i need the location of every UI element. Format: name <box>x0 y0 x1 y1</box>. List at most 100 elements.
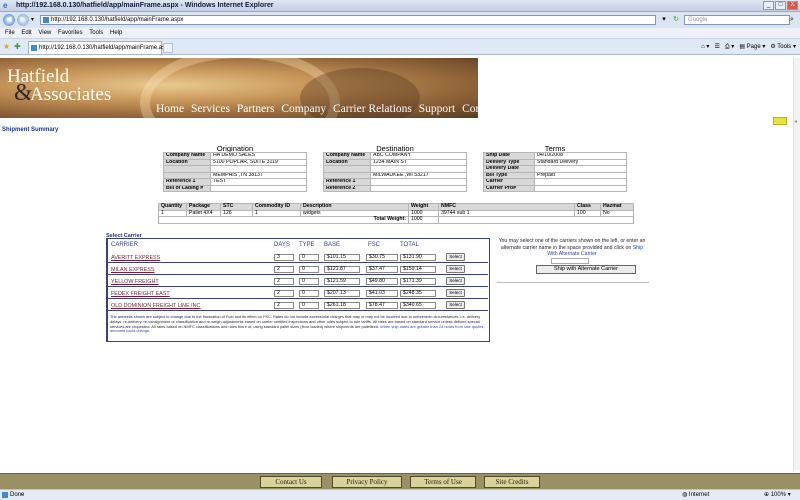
maximize-button[interactable]: □ <box>775 1 786 10</box>
alternate-carrier-input[interactable] <box>551 258 589 264</box>
days-field[interactable]: 2 <box>274 278 294 285</box>
back-arrow-icon[interactable]: ◀ <box>3 14 15 26</box>
page-menu-label: Page <box>746 44 761 50</box>
nav-company[interactable]: Company <box>281 103 326 115</box>
origin-label: Company Name <box>163 152 211 160</box>
collapse-arrow-icon[interactable]: ◂ <box>794 118 800 126</box>
site-banner: Hatfield & Associates Home Services Part… <box>0 58 478 118</box>
carrier-link[interactable]: FEDEX FREIGHT EAST <box>111 291 170 297</box>
terms-value <box>534 184 627 192</box>
search-input[interactable]: Google <box>684 15 790 25</box>
rate-disclaimer: The amounts shown are subject to change … <box>110 314 488 334</box>
page-menu[interactable]: ▤ Page ▾ <box>739 42 765 52</box>
base-field[interactable]: $261.18 <box>324 302 360 309</box>
carrier-link[interactable]: OLD DOMINION FREIGHT LINE INC <box>111 303 200 309</box>
search-icon[interactable]: ⌕ <box>790 15 798 25</box>
add-favorites-icon[interactable]: ✚ <box>14 42 21 51</box>
ship-alternate-button[interactable]: Ship with Alternate Carrier <box>536 265 636 274</box>
type-field[interactable]: 0 <box>299 266 319 273</box>
feeds-icon[interactable]: ☰ <box>714 42 719 52</box>
type-field[interactable]: 0 <box>299 302 319 309</box>
ie-logo-icon: e <box>3 1 8 10</box>
zoom-control[interactable]: ⊕ 100% ▾ <box>764 490 791 500</box>
select-button[interactable]: Select <box>446 277 465 285</box>
select-button[interactable]: Select <box>446 253 465 261</box>
favorites-star-icon[interactable]: ★ <box>3 42 10 51</box>
menu-favorites[interactable]: Favorites <box>58 28 83 39</box>
footer-terms-of-use[interactable]: Terms of Use <box>410 476 476 488</box>
menu-bar: File Edit View Favorites Tools Help <box>0 28 800 39</box>
new-tab-button[interactable] <box>163 43 173 53</box>
page-icon <box>43 17 49 23</box>
base-field[interactable]: $121.87 <box>324 266 360 273</box>
site-footer: Contact Us Privacy Policy Terms of Use S… <box>0 473 800 489</box>
days-col-header: DAYS <box>274 242 290 248</box>
print-icon[interactable]: ⎙ ▾ <box>725 42 734 52</box>
freight-total-row: Total Weight: 1000 <box>158 216 634 224</box>
select-button[interactable]: Select <box>446 289 465 297</box>
menu-tools[interactable]: Tools <box>89 28 103 39</box>
nav-carrier-relations[interactable]: Carrier Relations <box>333 103 412 115</box>
days-field[interactable]: 3 <box>274 254 294 261</box>
address-url: http://192.168.0.130/hatfield/app/mainFr… <box>51 17 184 23</box>
total-field[interactable]: $171.39 <box>400 278 436 285</box>
menu-help[interactable]: Help <box>110 28 122 39</box>
zone-label: Internet <box>688 492 710 498</box>
menu-file[interactable]: File <box>5 28 15 39</box>
carrier-link[interactable]: YELLOW FREIGHT <box>111 279 159 285</box>
tools-menu[interactable]: ⚙ Tools ▾ <box>770 42 796 52</box>
footer-site-credits[interactable]: Site Credits <box>484 476 540 488</box>
total-field[interactable]: $159.14 <box>400 266 436 273</box>
alternate-text: You may select one of the carriers shown… <box>498 238 646 251</box>
carrier-link[interactable]: MILAN EXPRESS <box>111 267 154 273</box>
refresh-icon[interactable]: ↻ <box>671 15 681 25</box>
carrier-col-header: CARRIER <box>111 242 139 248</box>
address-dropdown-icon[interactable]: ▾ <box>659 15 669 25</box>
alternate-instructions: You may select one of the carriers shown… <box>497 238 647 258</box>
nav-services[interactable]: Services <box>191 103 230 115</box>
nav-partners[interactable]: Partners <box>237 103 275 115</box>
carrier-panel: CARRIER DAYS TYPE BASE FSC TOTAL AVERITT… <box>106 238 490 342</box>
fsc-field[interactable]: $41.03 <box>366 290 398 297</box>
base-field[interactable]: $101.15 <box>324 254 360 261</box>
total-field[interactable]: $340.65 <box>400 302 436 309</box>
nav-contact[interactable]: Contact <box>462 103 478 115</box>
total-field[interactable]: $131.90 <box>400 254 436 261</box>
logo-associates: Associates <box>30 84 112 105</box>
fsc-field[interactable]: $30.75 <box>366 254 398 261</box>
search-placeholder: Google <box>688 17 708 23</box>
yellow-side-button[interactable] <box>773 117 787 125</box>
address-input[interactable]: http://192.168.0.130/hatfield/app/mainFr… <box>40 15 656 25</box>
select-button[interactable]: Select <box>446 265 465 273</box>
fsc-field[interactable]: $78.47 <box>366 302 398 309</box>
footer-privacy-policy[interactable]: Privacy Policy <box>332 476 402 488</box>
tab-mainframe[interactable]: http://192.168.0.130/hatfield/app/mainFr… <box>28 41 171 54</box>
fsc-field[interactable]: $37.47 <box>366 266 398 273</box>
type-field[interactable]: 0 <box>299 278 319 285</box>
menu-view[interactable]: View <box>38 28 51 39</box>
select-button[interactable]: Select <box>446 301 465 309</box>
base-field[interactable]: $121.59 <box>324 278 360 285</box>
days-field[interactable]: 2 <box>274 290 294 297</box>
footer-contact-us[interactable]: Contact Us <box>260 476 322 488</box>
origin-label: Bill of Lading # <box>163 184 211 192</box>
days-field[interactable]: 2 <box>274 302 294 309</box>
type-field[interactable]: 0 <box>299 254 319 261</box>
menu-edit[interactable]: Edit <box>21 28 31 39</box>
freight-table: Quantity Package STC Commodity ID Descri… <box>158 203 634 224</box>
fsc-field[interactable]: $49.80 <box>366 278 398 285</box>
total-field[interactable]: $248.35 <box>400 290 436 297</box>
forward-arrow-icon[interactable]: ▶ <box>17 14 29 26</box>
close-button[interactable]: X <box>787 1 798 10</box>
carrier-link[interactable]: AVERITT EXPRESS <box>111 255 160 261</box>
minimize-button[interactable]: _ <box>763 1 774 10</box>
days-field[interactable]: 2 <box>274 266 294 273</box>
type-field[interactable]: 0 <box>299 290 319 297</box>
home-icon[interactable]: ⌂ ▾ <box>701 42 709 52</box>
nav-home[interactable]: Home <box>156 103 184 115</box>
history-dropdown-icon[interactable]: ▾ <box>31 16 34 23</box>
base-field[interactable]: $207.13 <box>324 290 360 297</box>
right-scrollbar[interactable]: ◂ <box>793 58 800 470</box>
destination-label: Reference 2 <box>323 184 371 192</box>
nav-support[interactable]: Support <box>419 103 455 115</box>
